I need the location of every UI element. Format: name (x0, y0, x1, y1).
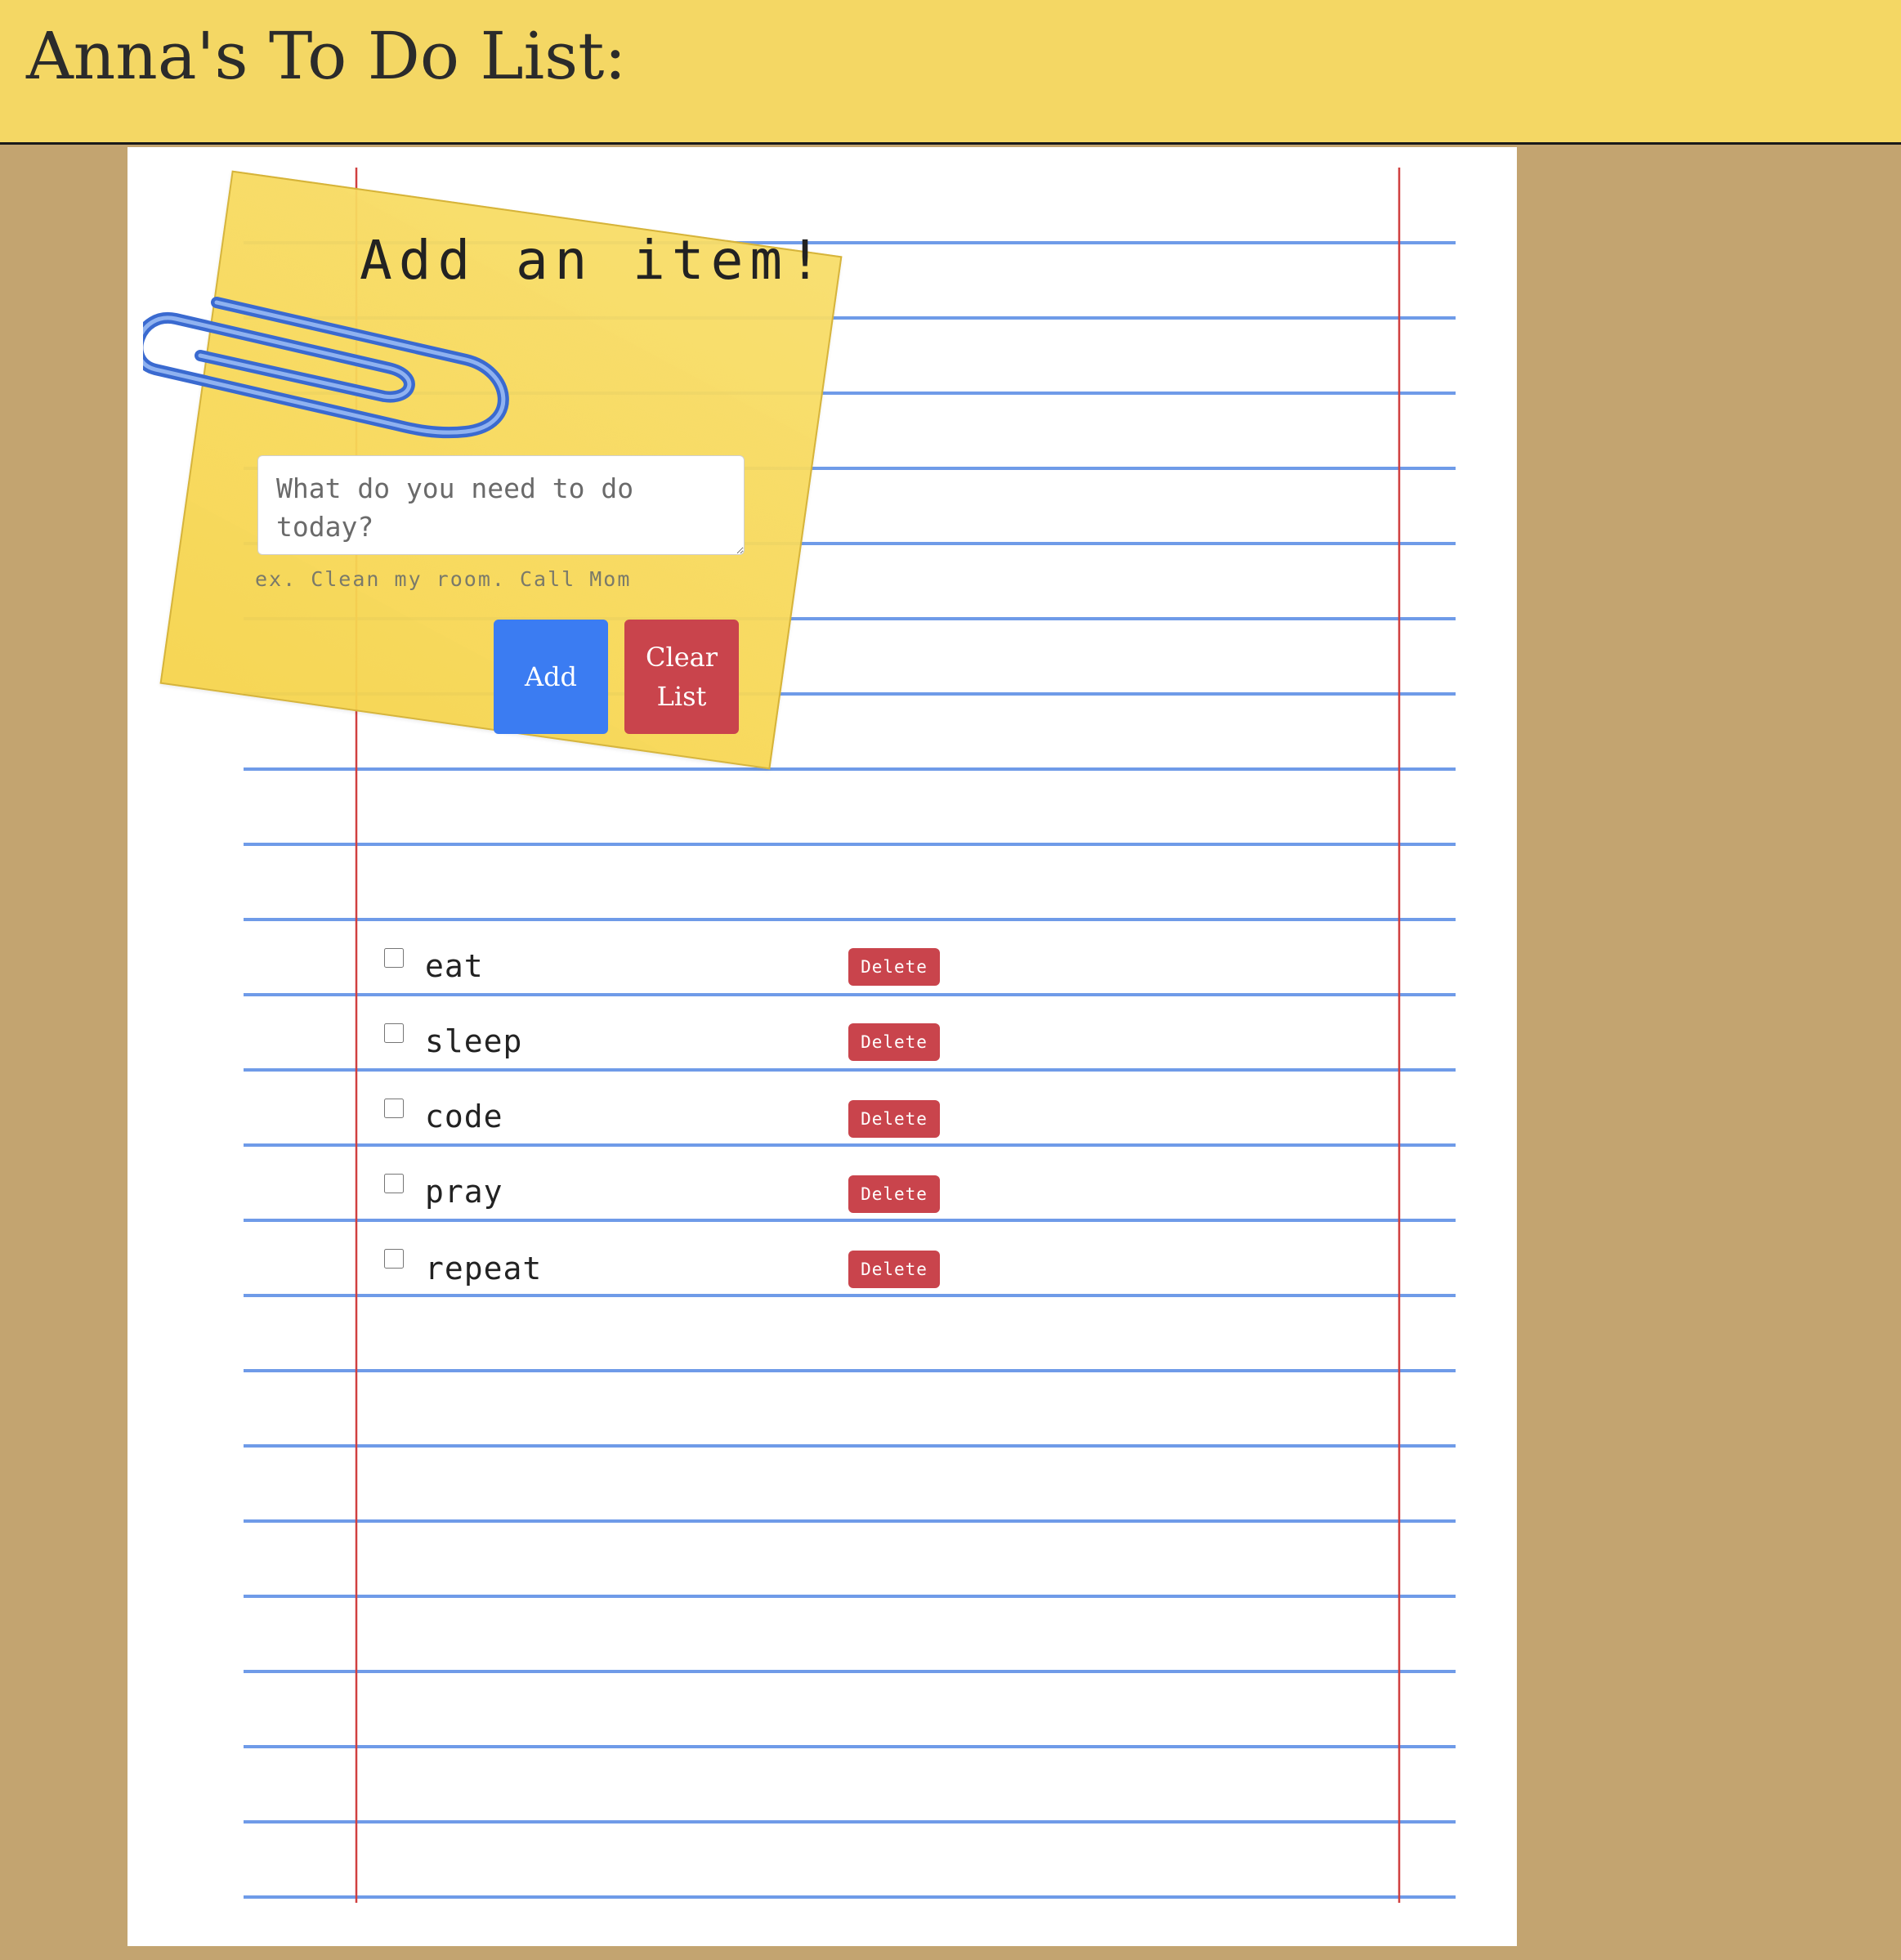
item-label: repeat (425, 1251, 543, 1287)
todo-input[interactable] (257, 455, 745, 555)
item-label: code (425, 1099, 503, 1134)
item-checkbox[interactable] (384, 1099, 404, 1118)
delete-button[interactable]: Delete (848, 1175, 940, 1213)
list-item: pray Delete (0, 1166, 1062, 1223)
item-checkbox[interactable] (384, 1023, 404, 1043)
list-item: sleep Delete (0, 1015, 1062, 1072)
header-bar: Anna's To Do List: (0, 0, 1901, 145)
add-button[interactable]: Add (494, 620, 608, 734)
list-item: eat Delete (0, 940, 1062, 997)
item-label: eat (425, 948, 484, 984)
item-checkbox[interactable] (384, 1249, 404, 1269)
page-title: Anna's To Do List: (26, 18, 627, 94)
clear-list-button[interactable]: Clear List (624, 620, 739, 734)
list-item: repeat Delete (0, 1241, 1062, 1298)
item-label: pray (425, 1174, 503, 1210)
item-checkbox[interactable] (384, 1174, 404, 1193)
item-checkbox[interactable] (384, 948, 404, 968)
delete-button[interactable]: Delete (848, 1023, 940, 1061)
item-label: sleep (425, 1023, 523, 1059)
delete-button[interactable]: Delete (848, 1251, 940, 1288)
input-hint: ex. Clean my room. Call Mom (255, 567, 632, 591)
delete-button[interactable]: Delete (848, 1100, 940, 1138)
form-title: Add an item! (360, 229, 828, 292)
list-item: code Delete (0, 1090, 1062, 1148)
paperclip-icon (143, 297, 509, 439)
delete-button[interactable]: Delete (848, 948, 940, 986)
